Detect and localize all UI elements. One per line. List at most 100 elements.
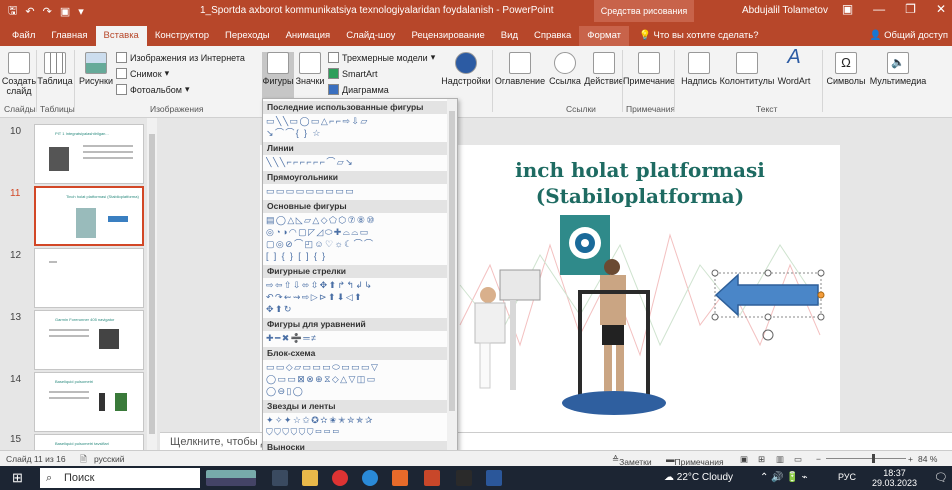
edge-icon[interactable] [362,470,378,486]
tell-me-search[interactable]: 💡 Что вы хотите сделать? [629,26,759,46]
file-explorer-icon[interactable] [302,470,318,486]
tab-insert[interactable]: Вставка [95,26,147,46]
slide-sorter-icon[interactable]: ⊞ [758,454,765,465]
online-pictures-button[interactable]: Изображения из Интернета [116,52,245,63]
slide-thumbnail-12[interactable] [34,248,144,308]
3d-models-button[interactable]: Трехмерные модели ▾ [328,52,435,63]
shapes-row[interactable]: [ ] { } [ ] { } [266,251,446,262]
tab-slideshow[interactable]: Слайд-шоу [338,26,403,46]
resize-handle[interactable] [711,269,719,277]
slide-title[interactable]: inch holat platformasi (Stabiloplatforma… [450,157,830,209]
slideshow-start-icon[interactable]: ▣ [60,5,70,18]
thumbnail-scrollbar[interactable] [147,118,157,450]
weather-widget[interactable]: ☁ 22°C Cloudy [664,472,733,483]
left-arrow-shape[interactable] [714,273,819,317]
ribbon-display-icon[interactable]: ▣ [842,2,853,16]
user-name[interactable]: Abdujalil Tolametov [742,5,828,16]
slide-thumbnail-13[interactable]: Garmin Forerunner 405 navigator [34,310,144,370]
task-view-icon[interactable] [272,470,288,486]
manatee-search-highlight-icon[interactable] [206,470,256,486]
shapes-row[interactable]: ╲╲╲⌐⌐⌐⌐⌐⌐⌒▱↘ [266,157,446,168]
powerpoint-taskbar-icon[interactable] [424,470,440,486]
slide-thumbnail-10[interactable]: PIT 1 Integratsiyalashtirilgan... [34,124,144,184]
rotate-handle[interactable] [762,329,774,341]
slide-thumbnail-11[interactable]: Tinch holat platformasi (Stabiloplatform… [34,186,144,246]
wordart-button[interactable]: A WordArt [774,47,814,86]
zoom-slider-thumb[interactable] [872,454,875,463]
tab-review[interactable]: Рецензирование [403,26,492,46]
action-button[interactable]: Действие [584,52,624,86]
telegram-icon[interactable] [392,470,408,486]
shapes-row[interactable]: ▭▭◇▱▭▭▭⬭▭▭▭▽ [266,362,446,373]
scroll-thumb[interactable] [149,134,155,434]
tab-file[interactable]: Файл [4,26,43,46]
tab-format[interactable]: Формат [579,26,630,46]
taskbar-search[interactable]: ⌕ Поиск [40,468,200,488]
clock[interactable]: 18:37 29.03.2023 [872,468,917,488]
zoom-button[interactable]: Оглавление [494,52,546,86]
redo-icon[interactable]: ↷ [43,5,52,18]
notification-icon[interactable]: 🗨 [934,471,948,484]
chart-button[interactable]: Диаграмма [328,84,389,95]
input-language[interactable]: РУС [838,472,856,482]
restore-icon[interactable]: ❐ [905,2,916,16]
save-icon[interactable]: 🖫 [8,2,17,21]
tray-icons[interactable]: ⌃ 🔊 🔋 ⌁ [760,472,808,483]
header-footer-button[interactable]: Колонтитулы [720,52,774,86]
resize-handle[interactable] [817,269,825,277]
shapes-row[interactable]: ◯▭▭⊠⊗⊕⧖◇△▽◫▭ [266,374,446,385]
addins-button[interactable]: Надстройки [440,52,492,86]
scroll-thumb[interactable] [449,111,455,411]
shapes-row[interactable]: ▤◯△◺▱△◇⬠⬡⑦⑧⑩ [266,215,446,226]
notes-toggle[interactable]: ≙ Заметки [612,454,652,467]
windows-start-icon[interactable]: ⊞ [12,470,23,486]
slideshow-icon[interactable]: ▭ [794,454,802,465]
new-slide-button[interactable]: Создать слайд [2,52,36,96]
reading-view-icon[interactable]: ▥ [776,454,784,465]
shapes-button[interactable]: Фигуры [262,52,294,102]
shapes-row[interactable]: ✦✧✦☆✩✪✫✬✭✮✯✰ [266,415,446,426]
shapes-row[interactable]: ✥⬆↻ [266,304,446,315]
media-button[interactable]: 🔈 Мультимедиа [868,52,928,86]
share-button[interactable]: 👤 Общий доступ [870,26,948,46]
shapes-row[interactable]: ▢◎⊘⌒◰☺♡☼☾⌒⌒ [266,239,446,250]
resize-handle[interactable] [764,313,772,321]
chrome-icon[interactable] [332,470,348,486]
screenshot-button[interactable]: Снимок ▾ [116,68,169,79]
shapes-row[interactable]: ◎◔◑◠▢◸◿⬭✚⌓⌓▭ [266,227,446,238]
textbox-button[interactable]: Надпись [676,52,722,86]
resize-handle[interactable] [764,269,772,277]
close-icon[interactable]: ✕ [936,2,946,16]
shapes-row[interactable]: ⛉⛉⛉⛉⛉⛉▭▭▭ [266,427,446,438]
zoom-level[interactable]: 84 % [918,454,937,464]
tab-home[interactable]: Главная [43,26,95,46]
undo-icon[interactable]: ↶ [25,5,34,18]
selected-arrow-shape[interactable] [711,269,825,341]
shapes-scrollbar[interactable] [447,99,457,463]
pictures-button[interactable]: Рисунки [76,52,116,86]
slide-thumbnail-15[interactable]: Baseliquid pulsometri tavsiflari [34,434,144,450]
zoom-out-icon[interactable]: − [816,454,821,464]
shapes-row[interactable]: ⇨⇦⇧⇩⬄⇳✥⬆↱↰↲↳ [266,280,446,291]
slide-thumbnail-pane[interactable]: 10 PIT 1 Integratsiyalashtirilgan... 11 … [0,118,160,450]
shapes-row[interactable]: ↘⌒⌒{ } ☆ [266,128,446,139]
table-button[interactable]: Таблица [37,52,73,86]
symbols-button[interactable]: Ω Символы [826,52,866,86]
language-indicator[interactable]: русский [94,454,125,464]
customize-toolbar-icon[interactable]: ▾ [78,5,84,18]
photo-album-button[interactable]: Фотоальбом ▾ [116,84,190,95]
link-button[interactable]: Ссылка [548,52,582,86]
comment-button[interactable]: Примечание [623,52,675,86]
icons-button[interactable]: Значки [294,52,326,86]
comments-toggle[interactable]: ▬ Примечания [666,454,724,467]
resize-handle[interactable] [817,313,825,321]
slide-thumbnail-14[interactable]: Baseliquid pulsometri [34,372,144,432]
adjust-handle[interactable] [817,291,825,299]
tab-help[interactable]: Справка [526,26,579,46]
media-app-icon[interactable] [456,470,472,486]
shapes-row[interactable]: ▭╲╲▭◯▭△⌐⌐⇨⇩▱ [266,116,446,127]
smartart-button[interactable]: SmartArt [328,68,378,79]
shapes-row[interactable]: ✚━✖➗═≠ [266,333,446,344]
tab-animations[interactable]: Анимация [278,26,339,46]
minimize-icon[interactable]: — [873,2,885,16]
